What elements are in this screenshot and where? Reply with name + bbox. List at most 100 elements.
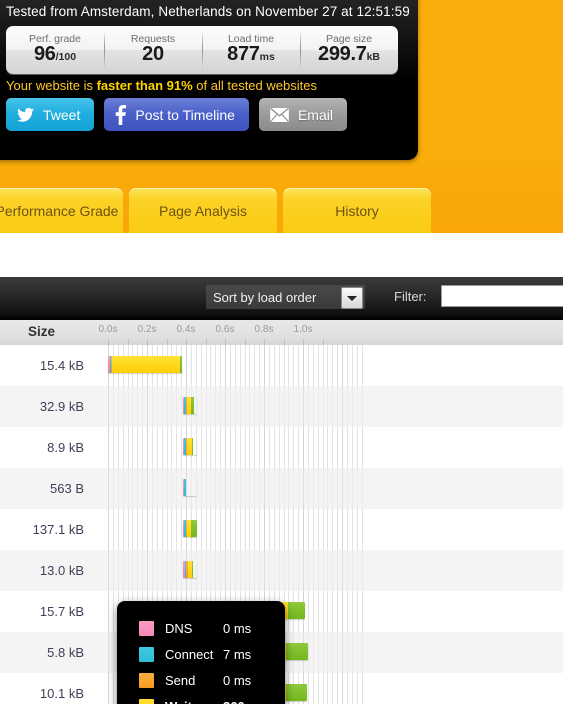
gridline	[220, 427, 222, 468]
gridline	[156, 509, 158, 550]
ruler-tick-0.8s: 0.8s	[254, 324, 274, 335]
gridline	[322, 591, 324, 632]
filter-label: Filter:	[394, 289, 427, 304]
tab-performance-grade[interactable]: Performance Grade	[0, 188, 123, 233]
gridline	[220, 468, 222, 509]
gridline	[346, 550, 348, 591]
gridline	[273, 427, 275, 468]
gridline	[361, 468, 363, 509]
gridline	[112, 509, 114, 550]
size-column-header: Size	[28, 324, 56, 339]
gridline	[259, 427, 261, 468]
gridline	[278, 468, 280, 509]
sort-select[interactable]: Sort by load order	[206, 285, 365, 309]
gridline	[181, 509, 183, 550]
gridline	[307, 550, 309, 591]
stat-unit: /100	[55, 51, 77, 63]
gridline	[142, 386, 144, 427]
gridline	[268, 550, 270, 591]
gridline	[215, 427, 217, 468]
gridline	[220, 550, 222, 591]
gridline	[303, 386, 304, 427]
gridline	[249, 509, 251, 550]
gridline	[132, 550, 134, 591]
gridline	[351, 591, 353, 632]
gridline	[171, 550, 173, 591]
gridline	[137, 550, 139, 591]
timeline-bar[interactable]	[182, 520, 197, 537]
gridline	[322, 632, 324, 673]
tab-label: Performance Grade	[0, 202, 119, 219]
gridline	[108, 386, 109, 427]
row-timeline	[92, 509, 563, 550]
row-size: 15.7 kB	[39, 604, 84, 619]
gridline	[346, 591, 348, 632]
tab-page-analysis[interactable]: Page Analysis	[129, 188, 277, 233]
tab-history[interactable]: History	[283, 188, 431, 233]
timeline-bar[interactable]	[182, 438, 197, 455]
gridline	[254, 345, 256, 386]
gridline	[312, 427, 314, 468]
row-size: 8.9 kB	[47, 440, 84, 455]
gridline	[132, 386, 134, 427]
gridline	[239, 427, 241, 468]
gridline	[181, 386, 183, 427]
gridline	[356, 550, 358, 591]
gridline	[283, 427, 285, 468]
gridline	[234, 509, 236, 550]
post-to-timeline-button[interactable]: Post to Timeline	[104, 98, 249, 131]
table-row[interactable]: 137.1 kB	[0, 509, 563, 550]
gridline	[254, 386, 256, 427]
table-row[interactable]: 32.9 kB	[0, 386, 563, 427]
gridline	[322, 509, 324, 550]
timeline-bar[interactable]	[183, 561, 197, 578]
table-row[interactable]: 13.0 kB	[0, 550, 563, 591]
gridline	[273, 550, 275, 591]
timeline-segment-receive	[191, 520, 197, 537]
gridline	[293, 427, 295, 468]
timeline-bar[interactable]	[182, 397, 197, 414]
gridline	[264, 386, 265, 427]
gridline	[161, 550, 163, 591]
gridline	[210, 427, 212, 468]
gridline	[351, 345, 353, 386]
gridline	[332, 386, 334, 427]
table-row[interactable]: 15.4 kB	[0, 345, 563, 386]
gridline	[312, 591, 314, 632]
gridline	[298, 550, 300, 591]
tooltip-phase-name: DNS	[165, 620, 193, 636]
gridline	[137, 468, 139, 509]
timeline-bar[interactable]	[182, 479, 197, 496]
gridline	[220, 345, 222, 386]
gridline	[273, 345, 275, 386]
results-toolbar: Sort by load order Filter:	[0, 277, 563, 320]
gridline	[229, 550, 231, 591]
gridline	[239, 345, 241, 386]
gridline	[293, 509, 295, 550]
gridline	[312, 509, 314, 550]
gridline	[229, 427, 231, 468]
gridline	[234, 345, 236, 386]
gridline	[293, 468, 295, 509]
gridline	[132, 468, 134, 509]
gridline	[200, 345, 202, 386]
gridline	[288, 509, 290, 550]
stat-0: Perf. grade 96/100	[6, 26, 104, 74]
chevron-down-icon[interactable]	[341, 287, 363, 309]
email-button[interactable]: Email	[258, 98, 347, 131]
gridline	[307, 386, 309, 427]
row-size: 15.4 kB	[39, 358, 84, 373]
filter-input[interactable]	[441, 285, 563, 307]
table-row[interactable]: 563 B	[0, 468, 563, 509]
stat-value-wrap: 877ms	[227, 44, 275, 67]
gridline	[337, 509, 339, 550]
gridline	[215, 345, 217, 386]
tweet-button[interactable]: Tweet	[6, 98, 95, 131]
gridline	[342, 591, 343, 632]
table-row[interactable]: 8.9 kB	[0, 427, 563, 468]
stat-value-wrap: 299.7kB	[318, 44, 380, 67]
gridline	[200, 550, 202, 591]
timeline-bar[interactable]	[108, 356, 182, 373]
gridline	[283, 345, 285, 386]
gridline	[312, 632, 314, 673]
